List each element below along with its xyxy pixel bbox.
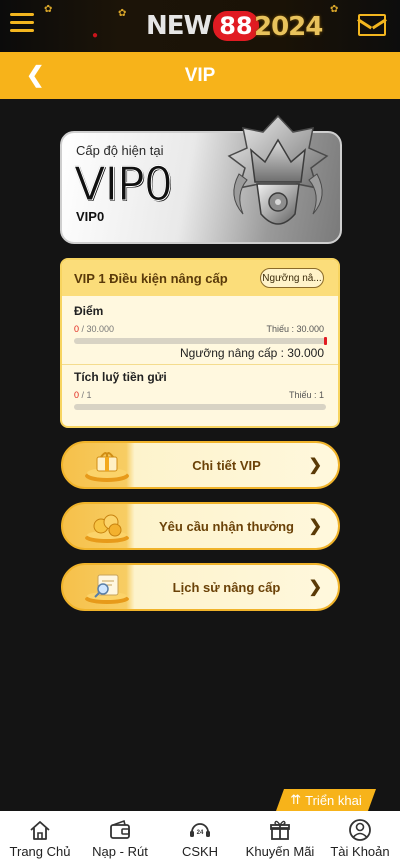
upgrade-history-label: Lịch sử nâng cấp bbox=[172, 579, 281, 595]
wallet-icon bbox=[110, 819, 130, 839]
vip-details-label: Chi tiết VIP bbox=[192, 457, 261, 473]
points-missing: Thiếu : 30.000 bbox=[266, 324, 324, 334]
chevron-right-icon: ❯ bbox=[308, 579, 322, 596]
top-banner: ✿ ✿ ✿ ● NEW 88 2024 bbox=[0, 0, 400, 52]
upgrade-condition-panel: VIP 1 Điều kiện nâng cấp Ngưỡng nâ... Đi… bbox=[60, 258, 340, 428]
nav-label-deposit-withdraw: Nạp - Rút bbox=[92, 844, 148, 859]
flower-decoration-icon: ✿ bbox=[330, 4, 339, 15]
nav-item-support[interactable]: 24 CSKH bbox=[160, 811, 240, 866]
user-icon bbox=[349, 819, 371, 841]
flower-decoration-icon: ✿ bbox=[44, 4, 53, 15]
claim-reward-label: Yêu cầu nhận thưởng bbox=[159, 518, 294, 534]
claim-reward-button[interactable]: Yêu cầu nhận thưởng ❯ bbox=[61, 502, 340, 550]
vip-details-button[interactable]: Chi tiết VIP ❯ bbox=[61, 441, 340, 489]
page-header: ❮ VIP bbox=[0, 52, 400, 99]
current-level-label: Cấp độ hiện tại bbox=[76, 143, 164, 158]
deposit-progress-bar bbox=[74, 404, 326, 410]
expand-button[interactable]: ⇈ Triển khai bbox=[276, 789, 376, 811]
gift-icon bbox=[270, 820, 290, 840]
deposit-current: 0 bbox=[74, 390, 80, 400]
nav-label-home: Trang Chủ bbox=[9, 844, 71, 859]
deposit-missing: Thiếu : 1 bbox=[288, 390, 324, 400]
points-target: / 30.000 bbox=[81, 324, 115, 334]
upgrade-condition-title: VIP 1 Điều kiện nâng cấp bbox=[74, 270, 228, 286]
current-level-small: VIP0 bbox=[76, 209, 105, 224]
points-current: 0 bbox=[74, 324, 80, 334]
bottom-navigation: Trang Chủ Nạp - Rút 24 CSKH Khuyến Mãi T… bbox=[0, 811, 400, 866]
nav-item-home[interactable]: Trang Chủ bbox=[0, 811, 80, 866]
svg-text:24: 24 bbox=[197, 830, 204, 836]
nav-item-deposit-withdraw[interactable]: Nạp - Rút bbox=[80, 811, 160, 866]
nav-item-account[interactable]: Tài Khoản bbox=[320, 811, 400, 866]
upgrade-history-button[interactable]: Lịch sử nâng cấp ❯ bbox=[61, 563, 340, 611]
nav-label-account: Tài Khoản bbox=[330, 844, 390, 859]
divider bbox=[62, 364, 338, 365]
points-title: Điểm bbox=[74, 304, 104, 318]
points-progress-text: 0 / 30.000 bbox=[74, 324, 114, 334]
points-progress-bar bbox=[74, 337, 327, 345]
brand-logo[interactable]: NEW 88 bbox=[146, 10, 259, 42]
flower-decoration-icon: ✿ bbox=[118, 8, 127, 19]
logo-number: 88 bbox=[213, 11, 259, 41]
nav-label-support: CSKH bbox=[181, 844, 219, 859]
page-title: VIP bbox=[184, 64, 216, 86]
threshold-button[interactable]: Ngưỡng nâ... bbox=[260, 268, 324, 288]
expand-label: Triển khai bbox=[305, 792, 362, 808]
document-search-icon bbox=[85, 574, 129, 604]
double-chevron-up-icon: ⇈ bbox=[290, 792, 302, 807]
chevron-right-icon: ❯ bbox=[308, 457, 322, 474]
envelope-icon[interactable] bbox=[358, 14, 386, 36]
hamburger-menu-icon[interactable] bbox=[10, 13, 34, 35]
current-level-big: VIP0 bbox=[73, 157, 173, 212]
deposit-title: Tích luỹ tiền gửi bbox=[74, 370, 167, 384]
year-decoration: 2024 bbox=[254, 12, 323, 42]
vip-gift-podium-icon bbox=[85, 452, 129, 482]
gold-coins-icon bbox=[85, 514, 129, 543]
nav-label-promotions: Khuyến Mãi bbox=[245, 844, 315, 859]
home-icon bbox=[30, 821, 50, 840]
support-24-icon: 24 bbox=[190, 823, 210, 837]
logo-text: NEW bbox=[146, 11, 212, 41]
silver-crown-badge-icon bbox=[227, 114, 329, 225]
progress-marker bbox=[324, 337, 327, 345]
chevron-left-icon[interactable]: ❮ bbox=[26, 64, 44, 86]
chevron-right-icon: ❯ bbox=[308, 518, 322, 535]
deposit-target: / 1 bbox=[81, 390, 92, 400]
lantern-decoration-icon: ● bbox=[92, 30, 99, 41]
nav-item-promotions[interactable]: Khuyến Mãi bbox=[240, 811, 320, 866]
deposit-progress-text: 0 / 1 bbox=[74, 390, 92, 400]
points-threshold: Ngưỡng nâng cấp : 30.000 bbox=[179, 346, 324, 360]
